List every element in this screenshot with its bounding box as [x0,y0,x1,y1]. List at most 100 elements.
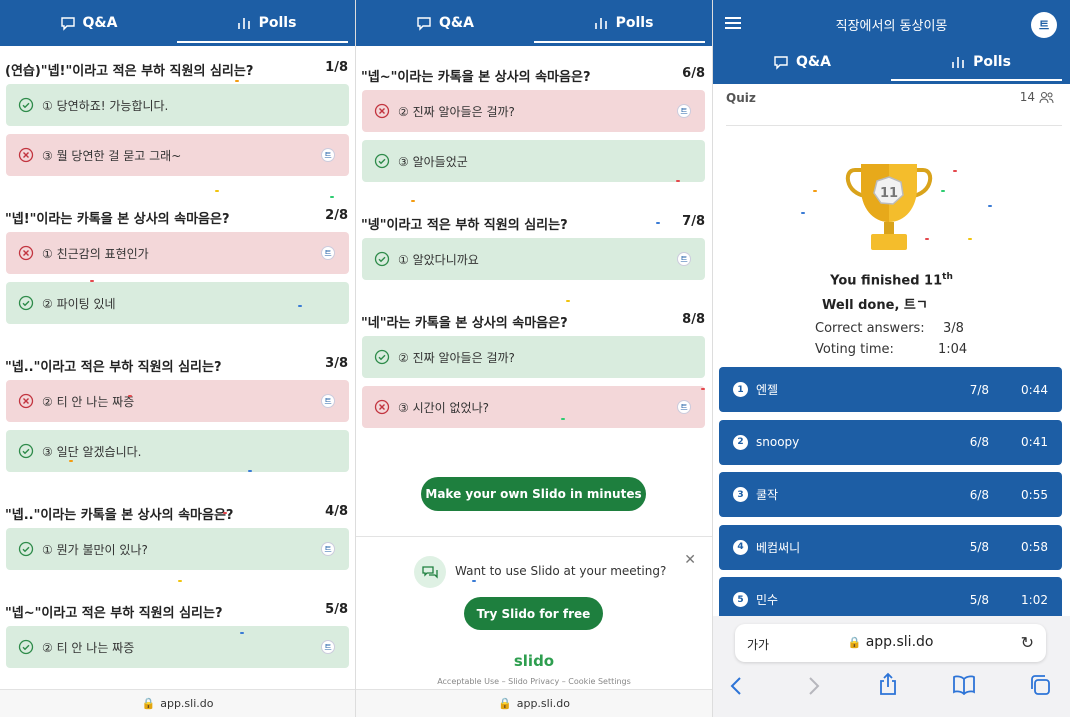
voter-avatar: 트 [321,640,335,654]
option-label: ③ 뭘 당연한 걸 묻고 그래~ [42,148,182,163]
player-name: 쿨작 [756,488,779,502]
question-title: "넵~"이라고 적은 부하 직원의 심리는? 5/8 [5,602,348,621]
tab-qa-label: Q&A [82,15,118,31]
close-icon[interactable]: ✕ [684,552,696,568]
leaderboard-row: 3 쿨작 6/8 0:55 [719,472,1062,517]
player-score: 5/8 [969,592,989,607]
option-label: ① 친근감의 표현인가 [42,246,149,261]
lock-icon: 🔒 [498,697,512,710]
tab-qa-label: Q&A [439,15,474,31]
correct-option: ① 뭔가 불만이 있나? 트 [6,528,349,570]
chat-bubble-icon [417,17,431,31]
browser-toolbar: 가가 🔒 app.sli.do ↻ [713,616,1070,717]
leaderboard-row: 1 엔젤 7/8 0:44 [719,367,1062,412]
finished-label: You finished 11 [830,273,943,289]
poll-results-panel-2: Q&A Polls "넵~"이라는 카톡을 본 상사의 속마음은? 6/8 ② 진짜… [356,0,712,717]
tab-qa-label: Q&A [796,54,831,70]
tab-polls[interactable]: Polls [534,0,712,46]
voter-avatar: 트 [677,104,691,118]
rank-badge: 2 [733,434,748,450]
correct-answers-value: 3/8 [943,321,964,336]
player-score: 6/8 [969,435,989,449]
question-text: (연습)"넵!"이라고 적은 부하 직원의 심리는? [5,64,254,79]
try-slido-button[interactable]: Try Slido for free [464,597,603,630]
address-field[interactable]: 가가 🔒 app.sli.do ↻ [735,624,1046,662]
question-count: 5/8 [325,602,348,617]
event-title: 직장에서의 동상이몽 [835,19,948,34]
x-circle-icon [374,103,390,119]
check-circle-icon [18,541,34,557]
wrong-option: ③ 시간이 없었나? 트 [362,386,705,428]
check-circle-icon [18,97,34,113]
acceptable-use-link[interactable]: Acceptable Use [437,677,499,686]
well-done-text: Well done, 트ㄱ [822,298,928,313]
tab-qa[interactable]: Q&A [713,40,891,84]
confetti-piece [561,418,565,420]
x-circle-icon [18,147,34,163]
confetti-piece [941,190,945,192]
question-text: "넵~"이라고 적은 부하 직원의 심리는? [5,606,223,621]
reload-icon[interactable]: ↻ [1021,633,1034,652]
back-arrow-icon[interactable] [729,676,743,696]
confetti-piece [128,395,132,397]
confetti-piece [178,580,182,582]
confetti-piece [240,632,244,634]
chat-bubble-icon [774,56,788,70]
avatar[interactable]: 트 [1031,12,1057,38]
correct-option: ③ 일단 알겠습니다. [6,430,349,472]
tab-qa[interactable]: Q&A [356,0,534,46]
option-label: ① 알았다니까요 [398,252,479,267]
cookie-settings-link[interactable]: Cookie Settings [568,677,631,686]
tab-polls[interactable]: Polls [891,40,1070,84]
confetti-piece [472,580,476,582]
voter-avatar: 트 [321,148,335,162]
wrong-option: ② 진짜 알아들은 걸까? 트 [362,90,705,132]
option-label: ② 파이팅 있네 [42,296,116,311]
question-count: 3/8 [325,356,348,371]
question-text: "넵.."이라는 카톡을 본 상사의 속마음은? [5,508,234,523]
confetti-piece [801,212,805,214]
correct-option: ② 진짜 알아들은 걸까? [362,336,705,378]
question-text: "넹"이라고 적은 부하 직원의 심리는? [361,218,568,233]
question-count: 8/8 [682,312,705,327]
player-name: 민수 [756,593,779,607]
forward-arrow-icon[interactable] [807,676,821,696]
bookmarks-icon[interactable] [952,675,976,695]
x-circle-icon [18,245,34,261]
question-text: "네"라는 카톡을 본 상사의 속마음은? [361,316,568,331]
question-count: 7/8 [682,214,705,229]
tabs-icon[interactable] [1029,674,1051,696]
share-icon[interactable] [877,672,899,696]
rank-badge: 1 [733,382,748,397]
x-circle-icon [374,399,390,415]
wrong-option: ③ 뭘 당연한 걸 묻고 그래~ 트 [6,134,349,176]
correct-option: ① 알았다니까요 트 [362,238,705,280]
correct-option: ② 파이팅 있네 [6,282,349,324]
question-title: "넵~"이라는 카톡을 본 상사의 속마음은? 6/8 [361,66,705,85]
confetti-piece [69,460,73,462]
address-bar[interactable]: 🔒 app.sli.do [356,689,712,717]
voter-avatar: 트 [321,542,335,556]
privacy-link[interactable]: Slido Privacy [508,677,559,686]
player-time: 1:02 [1021,592,1048,607]
question-text: "넵~"이라는 카톡을 본 상사의 속마음은? [361,70,591,85]
confetti-piece [676,180,680,182]
wrong-option: ② 티 안 나는 짜증 트 [6,380,349,422]
check-circle-icon [374,349,390,365]
tab-polls[interactable]: Polls [177,0,355,46]
active-tab-indicator [534,41,705,43]
player-score: 5/8 [969,540,989,554]
make-slido-button[interactable]: Make your own Slido in minutes [421,477,646,511]
quiz-label: Quiz [726,91,756,105]
confetti-piece [701,388,705,390]
address-bar[interactable]: 🔒 app.sli.do [0,689,355,717]
rank-badge: 5 [733,592,748,607]
wrong-option: ① 친근감의 표현인가 트 [6,232,349,274]
tab-qa[interactable]: Q&A [0,0,177,46]
option-label: ① 당연하죠! 가능합니다. [42,98,169,113]
leaderboard-row: 2 snoopy 6/8 0:41 [719,419,1062,465]
tab-bar: Q&A Polls [356,0,712,46]
active-tab-indicator [891,79,1062,81]
bar-chart-icon [952,57,964,68]
confetti-piece [988,205,992,207]
